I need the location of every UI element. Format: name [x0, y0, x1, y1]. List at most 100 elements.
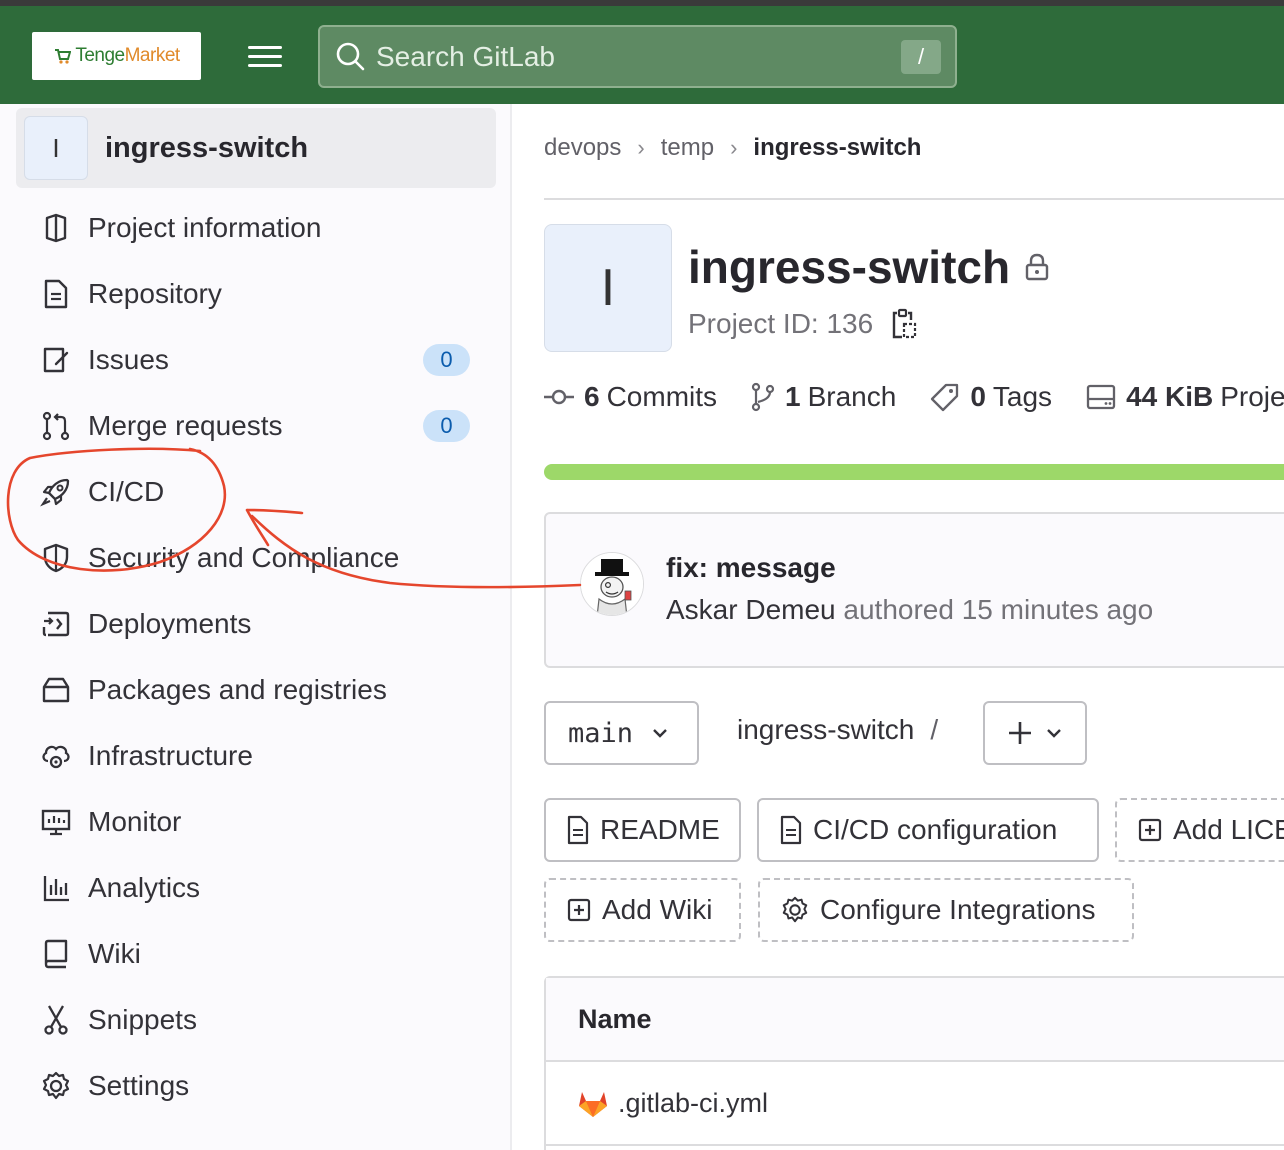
issues-count-badge: 0	[423, 344, 470, 376]
top-navbar: TengeMarket /	[0, 6, 1284, 104]
merge-requests-count-badge: 0	[423, 410, 470, 442]
cicd-configuration-button[interactable]: CI/CD configuration	[757, 798, 1099, 862]
merge-requests-icon	[38, 408, 74, 444]
monitor-icon	[38, 804, 74, 840]
storage-usage-bar	[544, 464, 1284, 480]
sidebar-item-label: Security and Compliance	[88, 542, 400, 573]
commit-author-avatar[interactable]	[580, 552, 644, 616]
chevron-down-icon	[653, 729, 667, 738]
plus-square-icon	[1137, 817, 1163, 843]
sidebar-item-label: CI/CD	[88, 476, 165, 507]
gear-icon	[38, 1068, 74, 1104]
sidebar-item-repository[interactable]: Repository	[0, 261, 510, 327]
sidebar-project-header[interactable]: I ingress-switch	[16, 108, 496, 188]
search-box[interactable]: /	[318, 25, 957, 88]
project-avatar: I	[544, 224, 672, 352]
search-shortcut-badge: /	[901, 40, 941, 74]
project-title-text: ingress-switch	[688, 241, 1011, 293]
page-title: ingress-switch	[688, 240, 1050, 294]
storage-icon	[1086, 384, 1116, 410]
sidebar-nav: Project information Repository Issues 0 …	[0, 195, 510, 1119]
search-icon	[336, 42, 365, 70]
project-id: Project ID: 136	[688, 308, 917, 340]
sidebar-item-merge-requests[interactable]: Merge requests 0	[0, 393, 510, 459]
logo-text-primary: Tenge	[75, 45, 125, 66]
storage-stat[interactable]: 44 KiBProject Storage	[1086, 381, 1284, 413]
configure-integrations-label: Configure Integrations	[820, 894, 1096, 925]
sidebar-item-issues[interactable]: Issues 0	[0, 327, 510, 393]
chevron-right-icon: ›	[637, 135, 645, 160]
analytics-icon	[38, 870, 74, 906]
commits-stat[interactable]: 6 Commits	[544, 381, 717, 413]
sidebar-item-deployments[interactable]: Deployments	[0, 591, 510, 657]
sidebar-item-infrastructure[interactable]: Infrastructure	[0, 723, 510, 789]
document-icon	[779, 815, 803, 845]
search-input[interactable]	[376, 40, 876, 73]
tags-stat[interactable]: 0 Tags	[930, 381, 1052, 413]
branch-icon	[751, 382, 775, 412]
plus-square-icon	[566, 897, 592, 923]
deployments-icon	[38, 606, 74, 642]
chevron-right-icon: ›	[730, 135, 738, 160]
sidebar-item-cicd[interactable]: CI/CD	[0, 459, 510, 525]
branches-stat[interactable]: 1 Branch	[751, 381, 896, 413]
sidebar-item-label: Deployments	[88, 608, 252, 639]
plus-icon	[1009, 722, 1031, 744]
readme-button[interactable]: README	[544, 798, 741, 862]
project-id-text: Project ID: 136	[688, 308, 874, 339]
tag-icon	[931, 383, 959, 412]
gear-icon	[780, 895, 810, 925]
sidebar-item-packages[interactable]: Packages and registries	[0, 657, 510, 723]
sidebar-item-snippets[interactable]: Snippets	[0, 987, 510, 1053]
sidebar-item-security[interactable]: Security and Compliance	[0, 525, 510, 591]
project-stats: 6Commits 1Branch 0Tags 44 KiBProject Sto…	[544, 381, 1284, 413]
book-icon	[38, 936, 74, 972]
breadcrumb-item-current[interactable]: ingress-switch	[753, 134, 921, 162]
sidebar-item-label: Project information	[88, 212, 322, 243]
breadcrumb-item-devops[interactable]: devops	[544, 134, 621, 162]
brand-logo[interactable]: TengeMarket	[32, 32, 201, 80]
repo-path-name[interactable]: ingress-switch	[737, 714, 914, 745]
header-divider	[544, 198, 1284, 200]
commit-icon	[544, 389, 574, 405]
scissors-icon	[38, 1002, 74, 1038]
project-sidebar: I ingress-switch Project information Rep…	[0, 104, 512, 1150]
logo-cart-icon	[55, 49, 72, 64]
last-commit-card: fix: message Askar Demeu authored 15 min…	[544, 512, 1284, 668]
tags-label: Tags	[992, 381, 1053, 412]
cloud-gear-icon	[38, 738, 74, 774]
add-license-label: Add LICENSE	[1173, 814, 1284, 845]
readme-label: README	[600, 814, 720, 845]
sidebar-item-settings[interactable]: Settings	[0, 1053, 510, 1119]
sidebar-item-label: Infrastructure	[88, 740, 253, 771]
commit-title[interactable]: fix: message	[666, 552, 836, 584]
column-header-name: Name	[546, 978, 1284, 1062]
repo-path-separator: /	[930, 714, 939, 745]
sidebar-item-label: Merge requests	[88, 410, 283, 441]
sidebar-item-monitor[interactable]: Monitor	[0, 789, 510, 855]
sidebar-project-avatar: I	[24, 116, 88, 180]
commit-author[interactable]: Askar Demeu	[666, 594, 836, 625]
commit-time: authored 15 minutes ago	[843, 594, 1154, 625]
breadcrumb-item-temp[interactable]: temp	[661, 134, 714, 162]
add-to-tree-button[interactable]	[983, 701, 1087, 765]
lock-icon	[1025, 253, 1049, 281]
add-license-button[interactable]: Add LICENSE	[1115, 798, 1284, 862]
sidebar-item-wiki[interactable]: Wiki	[0, 921, 510, 987]
package-icon	[38, 672, 74, 708]
sidebar-item-label: Settings	[88, 1070, 190, 1101]
add-wiki-button[interactable]: Add Wiki	[544, 878, 741, 942]
table-row[interactable]: .gitlab-ci.yml	[546, 1062, 1284, 1146]
repository-icon	[38, 276, 74, 312]
copy-clipboard-icon[interactable]	[891, 308, 917, 340]
menu-hamburger-icon[interactable]	[248, 46, 282, 70]
commit-meta: Askar Demeu authored 15 minutes ago	[666, 594, 1153, 626]
cicd-configuration-label: CI/CD configuration	[813, 814, 1058, 845]
configure-integrations-button[interactable]: Configure Integrations	[758, 878, 1134, 942]
branch-selector[interactable]: main	[544, 701, 699, 765]
sidebar-item-project-information[interactable]: Project information	[0, 195, 510, 261]
sidebar-item-analytics[interactable]: Analytics	[0, 855, 510, 921]
add-wiki-label: Add Wiki	[602, 894, 713, 925]
tags-count: 0	[970, 381, 986, 412]
file-name: .gitlab-ci.yml	[618, 1087, 769, 1118]
